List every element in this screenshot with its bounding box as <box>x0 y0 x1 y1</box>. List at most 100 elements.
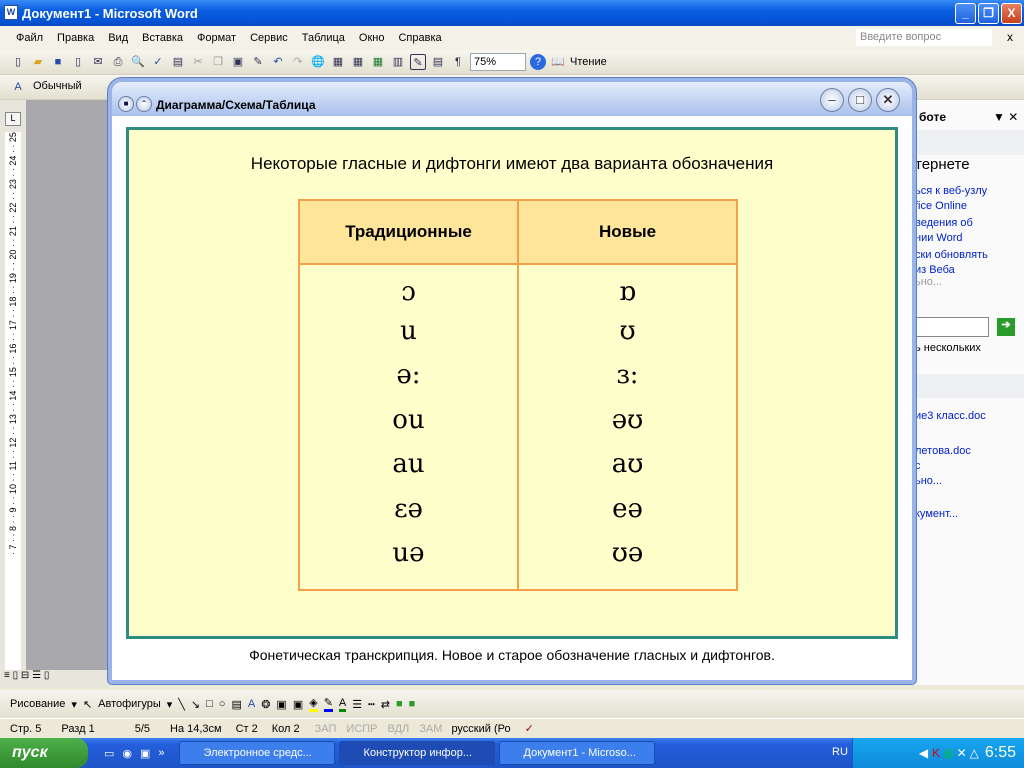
warning-icon[interactable]: △ <box>970 746 979 760</box>
insert-excel-icon[interactable]: ▦ <box>370 54 386 70</box>
menu-file[interactable]: Файл <box>16 32 43 44</box>
more-quicklaunch-icon[interactable]: » <box>158 747 164 759</box>
close-button[interactable]: X <box>1001 3 1022 24</box>
undo-icon[interactable]: ↶ <box>270 54 286 70</box>
fill-color-icon[interactable]: ◈ <box>309 696 318 712</box>
document-map-icon[interactable]: ▤ <box>430 54 446 70</box>
dialog-close-button[interactable]: ✕ <box>876 88 900 112</box>
research-icon[interactable]: ▤ <box>170 54 186 70</box>
menu-edit[interactable]: Правка <box>57 32 94 44</box>
firefox-icon[interactable]: ◉ <box>122 747 132 760</box>
recent-file[interactable]: c <box>915 459 986 474</box>
drawing-menu[interactable]: Рисование <box>10 698 65 710</box>
web-view-icon[interactable]: ▯ <box>13 670 19 681</box>
dash-style-icon[interactable]: ┅ <box>368 698 375 711</box>
close-doc-button[interactable]: x <box>1007 30 1013 44</box>
print-view-icon[interactable]: ⊟ <box>21 670 29 681</box>
new-document-link[interactable]: кумент... <box>915 507 986 522</box>
taskpane-link[interactable]: нии Word <box>915 231 988 246</box>
taskpane-link[interactable]: ься к веб-узлу <box>915 184 988 199</box>
line-color-icon[interactable]: ✎ <box>323 696 333 712</box>
reading-view-icon[interactable]: ▯ <box>44 670 50 681</box>
dialog-collapse-icon[interactable]: ⌃ <box>136 96 152 112</box>
menu-tools[interactable]: Сервис <box>250 32 288 44</box>
columns-icon[interactable]: ▥ <box>390 54 406 70</box>
status-ovr[interactable]: ЗАМ <box>414 723 447 735</box>
tray-expand-icon[interactable]: ◀ <box>919 746 928 760</box>
print-icon[interactable]: ⎙ <box>110 54 126 70</box>
format-painter-icon[interactable]: ✎ <box>250 54 266 70</box>
dialog-maximize-button[interactable]: □ <box>848 88 872 112</box>
show-formatting-icon[interactable]: ¶ <box>450 54 466 70</box>
show-desktop-icon[interactable]: ▭ <box>104 747 114 760</box>
reading-button[interactable]: Чтение <box>570 56 607 68</box>
status-trk[interactable]: ИСПР <box>341 723 382 735</box>
zoom-select[interactable]: 75% <box>470 53 526 71</box>
cut-icon[interactable]: ✂ <box>190 54 206 70</box>
style-select[interactable]: Обычный <box>30 78 118 96</box>
network-icon[interactable]: ◎ <box>943 746 953 760</box>
outline-view-icon[interactable]: ☰ <box>32 670 41 681</box>
task-button[interactable]: Конструктор инфор... <box>338 741 495 765</box>
volume-icon[interactable]: ✕ <box>957 746 967 760</box>
copy-icon[interactable]: ❐ <box>210 54 226 70</box>
recent-file[interactable]: летова.doc <box>915 444 986 459</box>
recent-file[interactable]: ие3 класс.doc <box>915 409 986 424</box>
font-color-icon[interactable]: A <box>338 697 347 712</box>
select-objects-icon[interactable]: ↖ <box>83 698 92 711</box>
taskpane-link[interactable]: fice Online <box>915 199 988 214</box>
save-quicklaunch-icon[interactable]: ▣ <box>140 747 150 760</box>
open-icon[interactable]: ▰ <box>30 54 46 70</box>
rectangle-icon[interactable]: □ <box>206 698 213 710</box>
oval-icon[interactable]: ○ <box>219 698 226 710</box>
drawing-icon[interactable]: ✎ <box>410 54 426 70</box>
spelling-status-icon[interactable]: ✓ <box>515 722 544 735</box>
wordart-icon[interactable]: A <box>248 698 255 710</box>
autoshapes-menu[interactable]: Автофигуры <box>98 698 161 710</box>
menu-help[interactable]: Справка <box>398 32 441 44</box>
minimize-button[interactable]: _ <box>955 3 976 24</box>
diagram-icon[interactable]: ❂ <box>261 698 270 711</box>
menu-window[interactable]: Окно <box>359 32 385 44</box>
tab-selector-icon[interactable]: L <box>5 112 21 126</box>
task-button[interactable]: Документ1 - Microso... <box>498 741 655 765</box>
dialog-menu-icon[interactable]: ■ <box>118 96 134 112</box>
help-search-input[interactable]: Введите вопрос <box>856 29 992 46</box>
new-icon[interactable]: ▯ <box>10 54 26 70</box>
arrow-style-icon[interactable]: ⇄ <box>381 698 390 711</box>
picture-icon[interactable]: ▣ <box>293 698 303 711</box>
language-indicator[interactable]: RU <box>832 746 848 758</box>
search-go-icon[interactable]: ➔ <box>997 318 1015 336</box>
menu-view[interactable]: Вид <box>108 32 128 44</box>
menu-table[interactable]: Таблица <box>302 32 345 44</box>
styles-icon[interactable]: A <box>10 79 26 95</box>
taskpane-search-input[interactable] <box>915 317 989 337</box>
taskpane-more[interactable]: ьно... <box>915 276 942 288</box>
3d-icon[interactable]: ■ <box>409 698 416 710</box>
textbox-icon[interactable]: ▤ <box>231 698 241 711</box>
task-button[interactable]: Электронное средс... <box>178 741 335 765</box>
taskpane-link[interactable]: ски обновлять <box>915 248 988 263</box>
redo-icon[interactable]: ↷ <box>290 54 306 70</box>
taskpane-more[interactable]: ьно... <box>915 474 986 489</box>
antivirus-icon[interactable]: K <box>932 746 940 760</box>
taskpane-link[interactable]: ведения об <box>915 216 988 231</box>
shadow-icon[interactable]: ■ <box>396 698 403 710</box>
tables-borders-icon[interactable]: ▦ <box>330 54 346 70</box>
arrow-icon[interactable]: ↘ <box>191 698 200 711</box>
line-style-icon[interactable]: ☰ <box>352 698 362 711</box>
status-rec[interactable]: ЗАП <box>310 723 342 735</box>
restore-button[interactable]: ❐ <box>978 3 999 24</box>
status-ext[interactable]: ВДЛ <box>383 723 415 735</box>
dialog-minimize-button[interactable]: – <box>820 88 844 112</box>
menu-insert[interactable]: Вставка <box>142 32 183 44</box>
normal-view-icon[interactable]: ≡ <box>4 670 10 681</box>
insert-table-icon[interactable]: ▦ <box>350 54 366 70</box>
taskpane-menu-icon[interactable]: ▼ ✕ <box>993 110 1018 124</box>
clipart-icon[interactable]: ▣ <box>276 698 286 711</box>
print-preview-icon[interactable]: 🔍 <box>130 54 146 70</box>
help-icon[interactable]: ? <box>530 54 546 70</box>
hyperlink-icon[interactable]: 🌐 <box>310 54 326 70</box>
spelling-icon[interactable]: ✓ <box>150 54 166 70</box>
email-icon[interactable]: ✉ <box>90 54 106 70</box>
